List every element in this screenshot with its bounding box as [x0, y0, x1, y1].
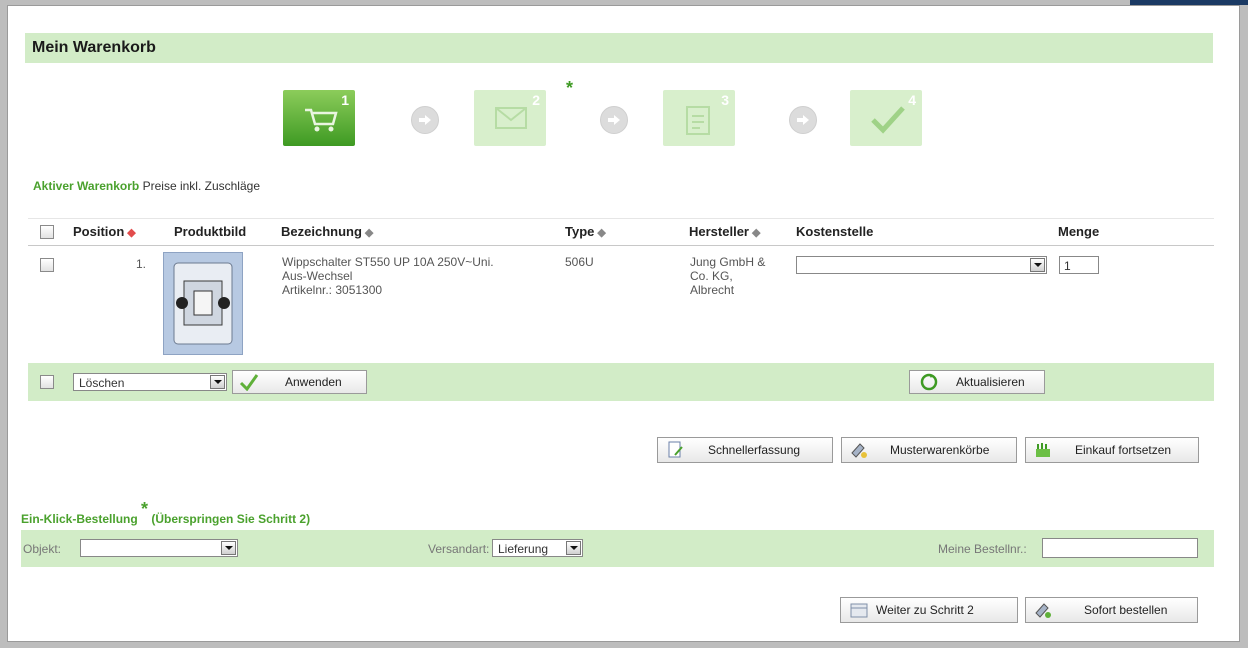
object-select[interactable]	[80, 539, 238, 557]
refresh-icon	[920, 373, 938, 398]
arrow-right-icon	[411, 106, 439, 134]
shipping-label: Versandart:	[428, 542, 490, 556]
continue-shopping-button[interactable]: Einkauf fortsetzen	[1025, 437, 1199, 463]
template-carts-button[interactable]: Musterwarenkörbe	[841, 437, 1017, 463]
checkmark-icon	[870, 104, 906, 139]
continue-shopping-label: Einkauf fortsetzen	[1075, 443, 1172, 457]
col-quantity: Menge	[1058, 224, 1100, 239]
refresh-button[interactable]: Aktualisieren	[909, 370, 1045, 394]
order-options-bar: Objekt: Versandart: Lieferung Meine Best…	[21, 530, 1214, 567]
step-1-cart[interactable]: 1	[283, 90, 355, 146]
shopping-cart-icon	[303, 104, 339, 139]
page-title: Mein Warenkorb	[32, 39, 156, 56]
product-name-line: Aus-Wechsel	[282, 269, 353, 283]
manufacturer-line: Albrecht	[690, 283, 735, 297]
sort-icon[interactable]: ◆	[365, 227, 373, 239]
checkmark-icon	[239, 373, 259, 398]
one-click-heading: Ein-Klick-Bestellung * (Überspringen Sie…	[21, 499, 311, 528]
apply-button[interactable]: Anwenden	[232, 370, 367, 394]
shipping-value: Lieferung	[498, 542, 549, 556]
one-click-title: Ein-Klick-Bestellung	[21, 512, 138, 526]
one-click-asterisk: *	[141, 499, 149, 519]
chevron-down-icon[interactable]	[221, 541, 236, 555]
manufacturer: Jung GmbH & Co. KG, Albrecht	[690, 255, 765, 297]
manufacturer-line: Co. KG,	[690, 269, 733, 283]
product-description: Wippschalter ST550 UP 10A 250V~Uni. Aus-…	[282, 255, 494, 297]
quick-entry-label: Schnellerfassung	[708, 443, 801, 457]
row-checkbox[interactable]	[40, 258, 54, 272]
sort-icon[interactable]: ◆	[752, 227, 760, 239]
quantity-input[interactable]: 1	[1059, 256, 1099, 274]
manufacturer-line: Jung GmbH &	[690, 255, 766, 269]
order-now-label: Sofort bestellen	[1084, 603, 1168, 617]
order-number-label: Meine Bestellnr.:	[938, 542, 1027, 556]
step-2-delivery[interactable]: 2	[474, 90, 546, 146]
col-product-image: Produktbild	[174, 224, 247, 239]
step-4-confirm[interactable]: 4	[850, 90, 922, 146]
step-number: 1	[341, 92, 349, 108]
bulk-action-select[interactable]: Löschen	[73, 373, 227, 391]
shipping-select[interactable]: Lieferung	[492, 539, 583, 557]
step-3-review[interactable]: 3	[663, 90, 735, 146]
next-step-label: Weiter zu Schritt 2	[876, 603, 974, 617]
cost-center-select[interactable]	[796, 256, 1047, 274]
prices-note: Preise inkl. Zuschläge	[139, 179, 260, 193]
product-type: 506U	[565, 255, 594, 269]
col-maker[interactable]: Hersteller ◆	[689, 224, 760, 239]
document-edit-icon	[666, 441, 684, 467]
refresh-label: Aktualisieren	[956, 375, 1025, 389]
select-all-bottom-checkbox[interactable]	[40, 375, 54, 389]
cart-table-header: Position ◆ Produktbild Bezeichnung ◆ Type ◆…	[28, 218, 1214, 246]
calendar-icon	[849, 601, 869, 627]
next-step-button[interactable]: Weiter zu Schritt 2	[840, 597, 1018, 623]
basket-icon	[1034, 441, 1052, 467]
col-name[interactable]: Bezeichnung ◆	[281, 224, 373, 239]
bulk-action-value: Löschen	[79, 376, 125, 390]
sort-icon[interactable]: ◆	[597, 227, 605, 239]
step-asterisk: *	[566, 78, 574, 98]
arrow-right-icon	[789, 106, 817, 134]
col-position[interactable]: Position ◆	[73, 224, 136, 239]
product-image[interactable]	[163, 252, 243, 355]
order-now-icon	[1034, 601, 1052, 627]
arrow-right-icon	[600, 106, 628, 134]
active-cart-label: Aktiver Warenkorb	[33, 179, 140, 193]
template-icon	[850, 441, 868, 467]
step-number: 3	[721, 92, 729, 108]
select-all-checkbox[interactable]	[40, 225, 54, 239]
product-name-line: Wippschalter ST550 UP 10A 250V~Uni.	[282, 255, 494, 269]
active-cart-heading: Aktiver Warenkorb Preise inkl. Zuschläge	[33, 179, 260, 193]
title-bar: Mein Warenkorb	[25, 33, 1213, 63]
step-number: 4	[908, 92, 916, 108]
sort-icon[interactable]: ◆	[127, 227, 135, 239]
quick-entry-button[interactable]: Schnellerfassung	[657, 437, 833, 463]
chevron-down-icon[interactable]	[1030, 258, 1045, 272]
apply-label: Anwenden	[285, 375, 342, 389]
article-number: Artikelnr.: 3051300	[282, 283, 383, 297]
chevron-down-icon[interactable]	[566, 541, 581, 555]
bulk-action-bar: Löschen Anwenden Aktualisieren	[28, 363, 1214, 401]
col-cost-center: Kostenstelle	[796, 224, 874, 239]
step-number: 2	[532, 92, 540, 108]
object-label: Objekt:	[23, 542, 62, 556]
row-position: 1.	[136, 257, 147, 271]
envelope-icon	[494, 104, 530, 137]
one-click-note: (Überspringen Sie Schritt 2)	[148, 512, 311, 526]
chevron-down-icon[interactable]	[210, 375, 225, 389]
col-type[interactable]: Type ◆	[565, 224, 606, 239]
template-carts-label: Musterwarenkörbe	[890, 443, 990, 457]
order-number-input[interactable]	[1042, 538, 1198, 558]
clipboard-icon	[683, 104, 713, 141]
order-now-button[interactable]: Sofort bestellen	[1025, 597, 1198, 623]
